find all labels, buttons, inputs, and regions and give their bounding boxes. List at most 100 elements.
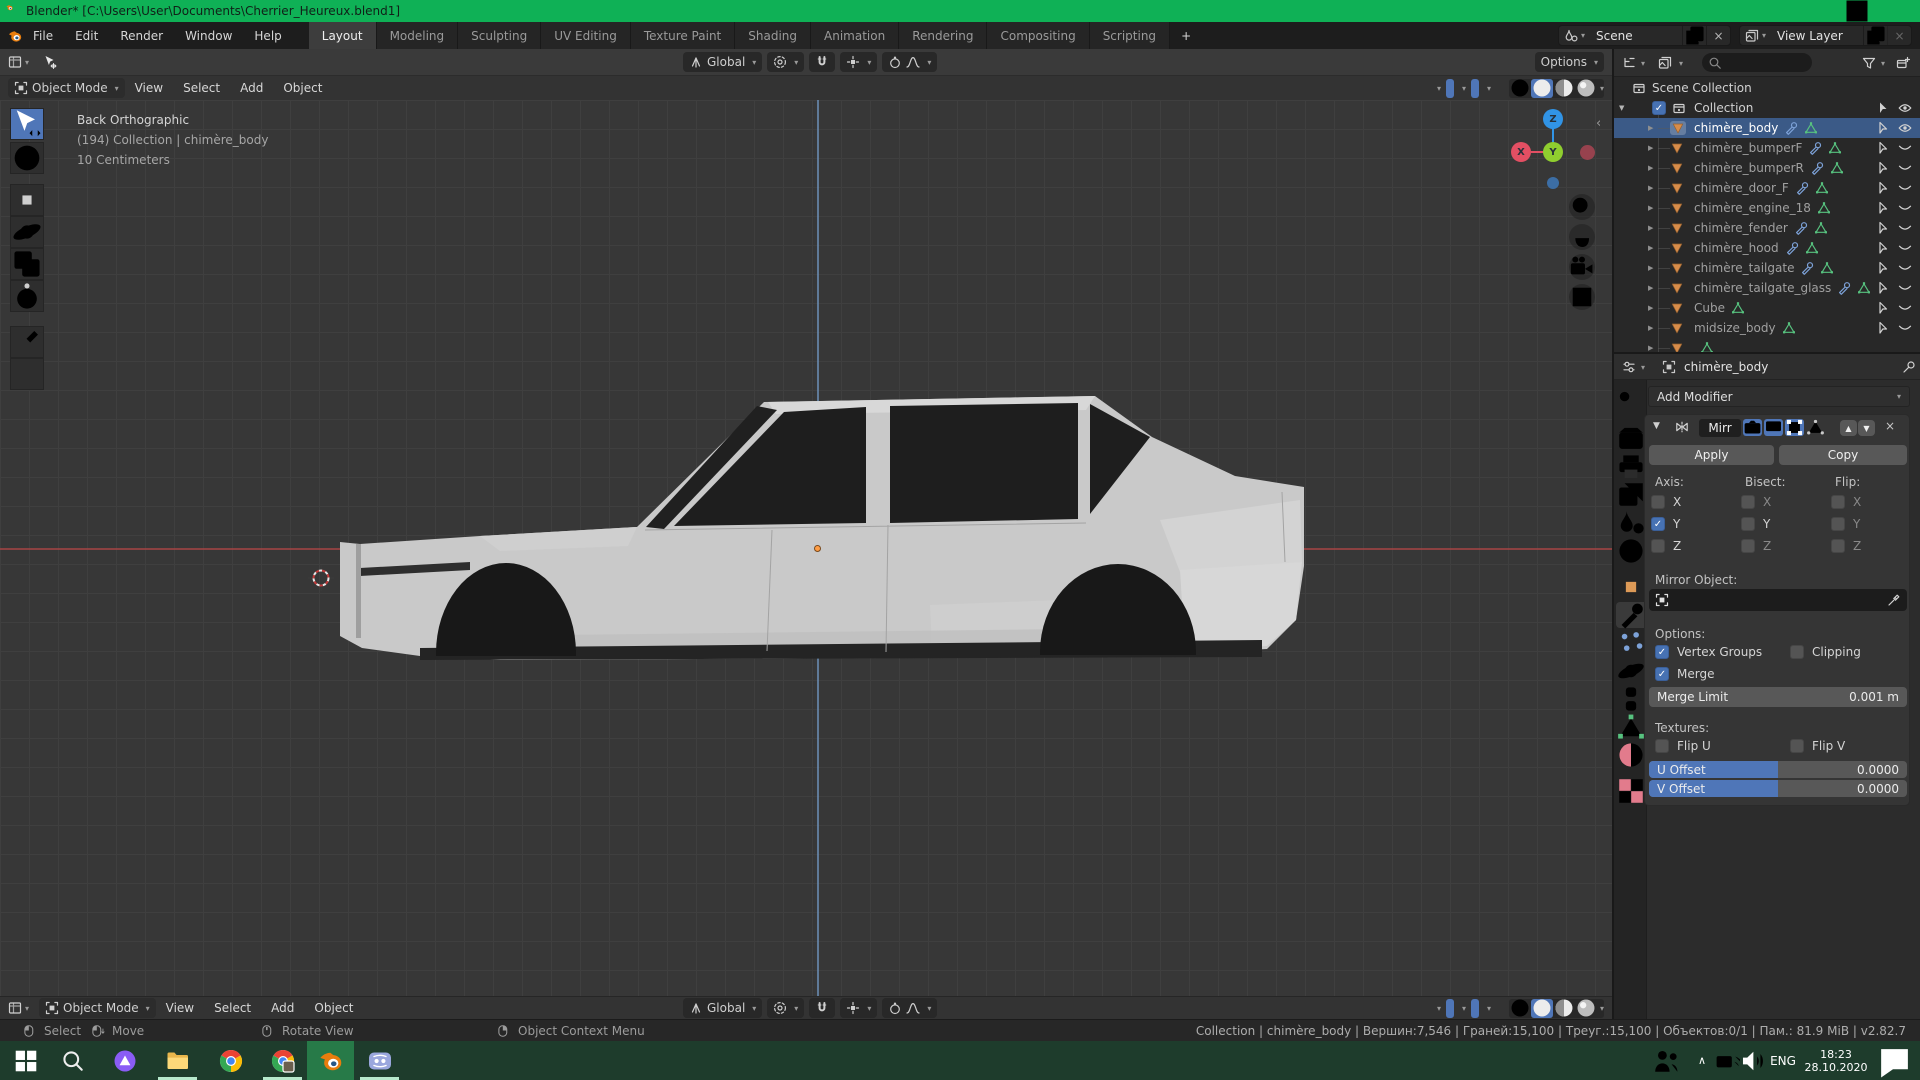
mirror-flip-x-checkbox[interactable]: X <box>1831 495 1861 509</box>
network-icon[interactable] <box>1714 1041 1740 1080</box>
modifier-cage-toggle[interactable] <box>1806 419 1825 436</box>
people-icon[interactable] <box>1652 1041 1680 1080</box>
view-layer-name[interactable]: View Layer <box>1771 29 1863 43</box>
outliner-row[interactable]: ▶chimère_bumperR <box>1614 158 1920 178</box>
pointer-icon[interactable] <box>1876 221 1890 235</box>
merge-checkbox[interactable]: ✓Merge <box>1655 667 1714 681</box>
scale-tool[interactable] <box>10 248 44 280</box>
properties-tab-render[interactable] <box>1616 426 1646 452</box>
gizmo-axis-z[interactable]: Z <box>1543 109 1563 129</box>
scene-name[interactable]: Scene <box>1590 29 1682 43</box>
expand-arrow-icon[interactable]: ▶ <box>1648 144 1653 152</box>
cursor-tool[interactable] <box>10 142 44 174</box>
viewport-menu-object[interactable]: Object <box>304 1001 363 1015</box>
eye-closed-icon[interactable] <box>1898 221 1912 235</box>
checkbox[interactable] <box>1741 539 1755 553</box>
workspace-tab-compositing[interactable]: Compositing <box>987 22 1089 49</box>
properties-tab-output[interactable] <box>1616 454 1646 480</box>
outliner-search-input[interactable] <box>1702 53 1812 72</box>
merge-limit-slider[interactable]: Merge Limit 0.001 m <box>1649 687 1907 707</box>
gizmo-axis-z-negative[interactable] <box>1547 177 1559 189</box>
expand-arrow-icon[interactable]: ▶ <box>1648 304 1653 312</box>
blender-app-menu-icon[interactable] <box>8 29 22 43</box>
checkbox[interactable]: ✓ <box>1651 517 1665 531</box>
modifier-editmode-toggle[interactable] <box>1785 419 1804 436</box>
viewport-3d[interactable]: Back Orthographic (194) Collection | chi… <box>0 100 1612 996</box>
eyedropper-icon[interactable] <box>1887 593 1901 607</box>
viewport-menu-view[interactable]: View <box>125 81 173 95</box>
filter-icon[interactable] <box>1862 56 1876 70</box>
viewport-menu-select[interactable]: Select <box>204 1001 261 1015</box>
mirror-flip-z-checkbox[interactable]: Z <box>1831 539 1861 553</box>
shading-material-icon[interactable] <box>1553 999 1575 1018</box>
mirror-bisect-z-checkbox[interactable]: Z <box>1741 539 1771 553</box>
shading-rendered-icon[interactable] <box>1575 999 1597 1018</box>
eye-closed-icon[interactable] <box>1898 281 1912 295</box>
snap-toggle[interactable] <box>809 52 835 72</box>
mode-dropdown[interactable]: Object Mode ▾ <box>8 78 125 98</box>
options-dropdown[interactable]: Options ▾ <box>1535 52 1604 72</box>
modifier-delete-button[interactable]: × <box>1885 419 1895 433</box>
snap-toggle[interactable] <box>809 998 835 1018</box>
mode-dropdown[interactable]: Object Mode ▾ <box>39 998 156 1018</box>
remove-view-layer-button[interactable]: × <box>1887 26 1911 45</box>
menu-edit[interactable]: Edit <box>64 29 109 43</box>
checkbox[interactable] <box>1651 495 1665 509</box>
pointer-icon[interactable] <box>1876 141 1890 155</box>
properties-tab-object[interactable] <box>1616 574 1646 600</box>
expand-arrow-icon[interactable]: ▶ <box>1648 344 1653 352</box>
zoom-icon[interactable] <box>1569 194 1595 220</box>
close-button[interactable] <box>1878 0 1920 22</box>
shading-wireframe-icon[interactable] <box>1509 999 1531 1018</box>
u-offset-slider[interactable]: U Offset 0.0000 <box>1649 761 1907 778</box>
volume-icon[interactable] <box>1740 1041 1766 1080</box>
measure-tool[interactable] <box>10 358 44 390</box>
workspace-tab-rendering[interactable]: Rendering <box>899 22 987 49</box>
viewport-menu-view[interactable]: View <box>156 1001 204 1015</box>
properties-tab-view-layer[interactable] <box>1616 482 1646 508</box>
outliner-row[interactable]: ▶chimère_tailgate <box>1614 258 1920 278</box>
modifier-realtime-toggle[interactable] <box>1764 419 1783 436</box>
add-modifier-dropdown[interactable]: Add Modifier ▾ <box>1648 386 1910 407</box>
clipping-checkbox[interactable]: Clipping <box>1790 645 1861 659</box>
properties-tab-constraints[interactable] <box>1616 686 1646 712</box>
properties-tab-particles[interactable] <box>1616 630 1646 656</box>
filter-collection-icon[interactable] <box>1658 56 1672 70</box>
display-mode-icon[interactable] <box>1622 56 1636 70</box>
checkbox[interactable] <box>1831 517 1845 531</box>
scene-selector[interactable]: ▾ Scene × <box>1558 25 1731 46</box>
menu-file[interactable]: File <box>22 29 64 43</box>
checkbox[interactable] <box>1831 495 1845 509</box>
transform-tool[interactable] <box>10 280 44 312</box>
camera-view-icon[interactable] <box>1569 254 1595 280</box>
pointer-icon[interactable] <box>1876 301 1890 315</box>
eye-closed-icon[interactable] <box>1898 181 1912 195</box>
eye-closed-icon[interactable] <box>1898 321 1912 335</box>
expand-arrow-icon[interactable]: ▼ <box>1653 421 1660 431</box>
properties-tab-world[interactable] <box>1616 538 1646 564</box>
expand-arrow-icon[interactable]: ▼ <box>1619 104 1624 112</box>
outliner-row[interactable]: ▶midsize_body <box>1614 318 1920 338</box>
snap-target-dropdown[interactable]: ▾ <box>840 998 877 1018</box>
chrome-profile-taskbar-button[interactable] <box>259 1041 306 1080</box>
overlays-toggle-icon[interactable] <box>1471 999 1479 1018</box>
flip-u-checkbox[interactable]: Flip U <box>1655 739 1711 753</box>
v-offset-slider[interactable]: V Offset 0.0000 <box>1649 780 1907 797</box>
expand-arrow-icon[interactable]: ▶ <box>1648 124 1653 132</box>
viewport-menu-add[interactable]: Add <box>230 81 273 95</box>
overlays-toggle-icon[interactable] <box>1471 79 1479 98</box>
action-center-icon[interactable] <box>1876 1041 1912 1080</box>
expand-arrow-icon[interactable]: ▶ <box>1648 324 1653 332</box>
eye-open-icon[interactable] <box>1898 121 1912 135</box>
snap-target-dropdown[interactable]: ▾ <box>840 52 877 72</box>
modifier-name-field[interactable]: Mirr <box>1699 419 1741 437</box>
yandex-alice-taskbar-button[interactable] <box>101 1041 148 1080</box>
show-object-types-icon[interactable] <box>1421 79 1429 98</box>
properties-tab-scene[interactable] <box>1616 510 1646 536</box>
show-object-types-icon[interactable] <box>1421 999 1429 1018</box>
viewport-menu-object[interactable]: Object <box>273 81 332 95</box>
properties-tab-object-data[interactable] <box>1616 714 1646 740</box>
outliner-row[interactable]: ▶ <box>1614 338 1920 352</box>
pointer-icon[interactable] <box>1876 121 1890 135</box>
eye-closed-icon[interactable] <box>1898 241 1912 255</box>
